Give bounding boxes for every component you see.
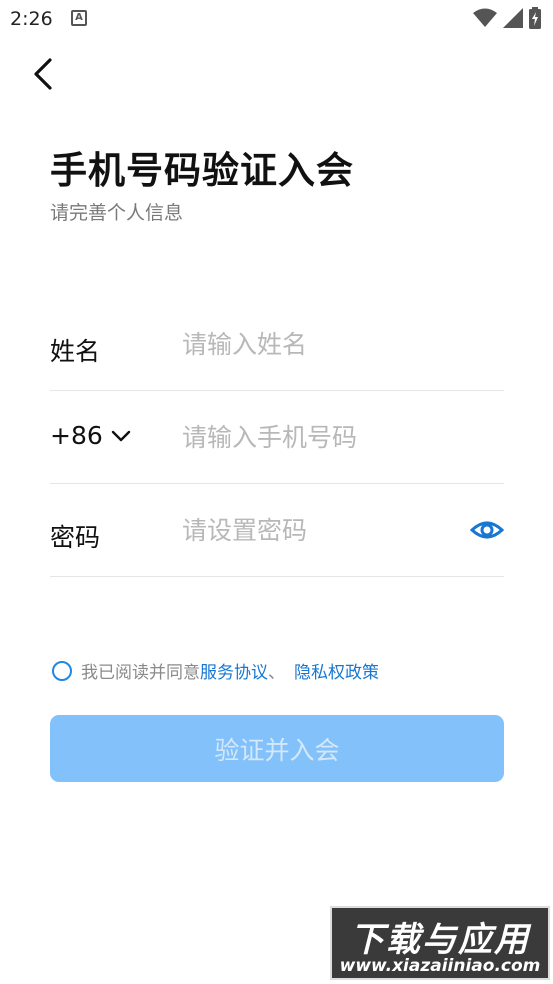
chevron-down-icon <box>111 430 130 441</box>
page-title: 手机号码验证入会 <box>50 149 354 192</box>
verify-join-button[interactable]: 验证并入会 <box>50 715 504 782</box>
name-input[interactable] <box>182 326 462 362</box>
signal-icon <box>503 8 523 28</box>
service-agreement-link[interactable]: 服务协议 <box>200 658 268 683</box>
password-label: 密码 <box>50 523 101 552</box>
agreement: 我已阅读并同意 服务协议 、 隐私权政策 <box>52 658 379 683</box>
battery-charging-icon <box>529 7 541 29</box>
back-button[interactable] <box>28 56 58 92</box>
name-row: 姓名 <box>50 298 504 391</box>
eye-icon[interactable] <box>470 513 504 547</box>
notification-icon: A <box>71 10 87 26</box>
status-icons <box>473 7 541 29</box>
agreement-checkbox[interactable] <box>52 660 72 681</box>
status-time: 2:26 <box>10 8 53 30</box>
phone-row: +86 <box>50 391 504 484</box>
country-code-selector[interactable]: +86 <box>50 421 131 450</box>
agreement-prefix: 我已阅读并同意 <box>81 663 200 683</box>
password-row: 密码 <box>50 484 504 577</box>
chevron-left-icon <box>34 58 52 90</box>
watermark-title: 下载与应用 <box>350 920 530 960</box>
page-subtitle: 请完善个人信息 <box>50 202 184 224</box>
watermark-logo: 下载与应用 www.xiazaiiniao.com <box>330 906 550 980</box>
country-code: +86 <box>50 421 103 450</box>
phone-input[interactable] <box>182 419 462 455</box>
status-bar: 2:26 A <box>0 0 553 38</box>
watermark-url: www.xiazaiiniao.com <box>339 956 541 976</box>
name-label: 姓名 <box>50 337 101 366</box>
wifi-icon <box>473 8 497 27</box>
agreement-separator: 、 <box>268 663 285 683</box>
password-input[interactable] <box>182 512 462 548</box>
privacy-policy-link[interactable]: 隐私权政策 <box>294 658 379 683</box>
